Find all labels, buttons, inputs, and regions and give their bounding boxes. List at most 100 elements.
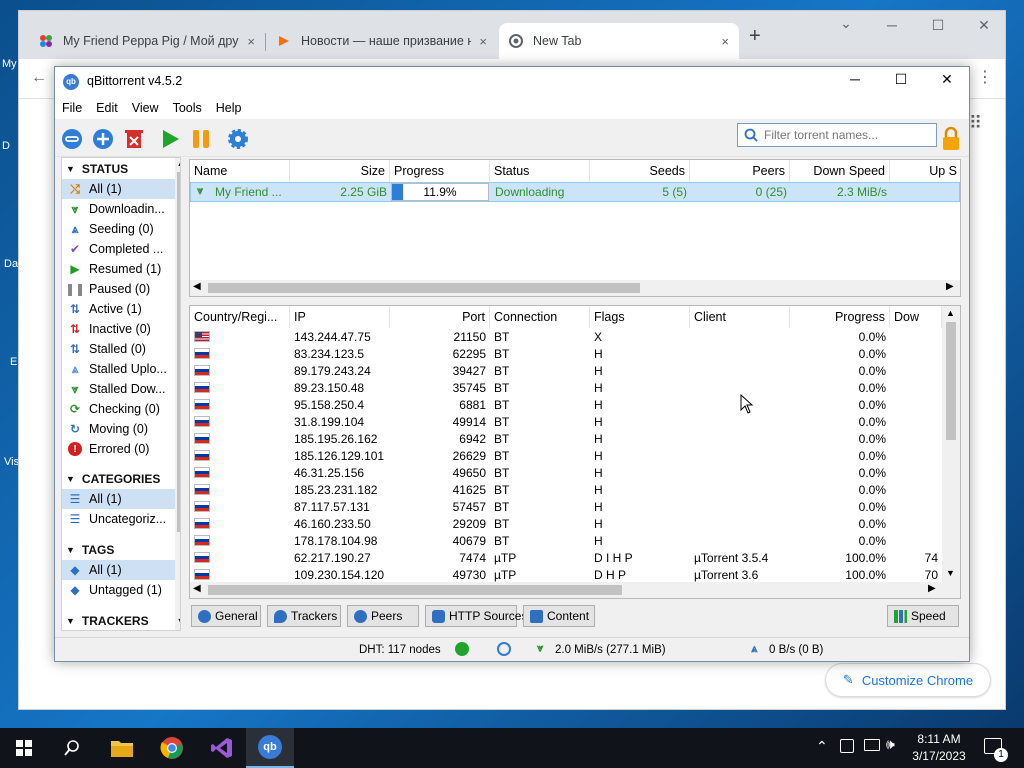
status-filter-inactive[interactable]: ⇅ Inactive (0)	[62, 319, 180, 339]
col-header-flags[interactable]: Flags	[590, 306, 690, 328]
peer-row[interactable]: 83.234.123.5 62295 BT H 0.0%	[190, 345, 942, 362]
tag-all[interactable]: ◆ All (1)	[62, 560, 180, 580]
add-torrent-icon[interactable]	[92, 128, 114, 150]
tab-http-sources[interactable]: HTTP Sources	[425, 605, 527, 627]
upload-speed[interactable]: 0 B/s (0 B)	[769, 644, 823, 656]
lock-icon[interactable]	[941, 126, 961, 152]
download-speed[interactable]: 2.0 MiB/s (277.1 MiB)	[555, 644, 666, 656]
tab-content[interactable]: Content	[523, 605, 595, 627]
back-arrow-icon[interactable]: ←	[31, 69, 47, 87]
col-header-size[interactable]: Size	[290, 160, 390, 182]
status-filter-stalled[interactable]: ⇅ Stalled (0)	[62, 339, 180, 359]
qb-maximize-button[interactable]: ☐	[883, 71, 919, 88]
show-hidden-icons-chevron-icon[interactable]: ⌃	[816, 738, 828, 755]
file-explorer-button[interactable]	[98, 728, 146, 768]
tab-general[interactable]: General	[191, 605, 261, 627]
menu-help[interactable]: Help	[209, 101, 249, 115]
col-header-port[interactable]: Port	[390, 306, 490, 328]
alt-speed-icon[interactable]	[497, 642, 511, 656]
status-filter-all[interactable]: ⤭ All (1)	[62, 179, 180, 199]
qb-minimize-button[interactable]: ─	[837, 71, 873, 87]
scrollbar-thumb[interactable]	[946, 322, 956, 440]
peer-row[interactable]: 185.195.26.162 6942 BT H 0.0%	[190, 430, 942, 447]
customize-chrome-button[interactable]: ✎ Customize Chrome	[825, 663, 991, 697]
chrome-tab-news[interactable]: Новости — наше призвание на ×	[267, 23, 497, 59]
peer-row[interactable]: 46.160.233.50 29209 BT H 0.0%	[190, 515, 942, 532]
tags-section-header[interactable]: ▼ TAGS	[62, 540, 180, 560]
start-button[interactable]	[0, 728, 48, 768]
status-filter-stalled-download[interactable]: ⩔ Stalled Dow...	[62, 379, 180, 399]
status-filter-completed[interactable]: ✔ Completed ...	[62, 239, 180, 259]
col-header-name[interactable]: Name	[190, 160, 290, 182]
options-gear-icon[interactable]	[227, 128, 249, 150]
chrome-tab-peppa[interactable]: My Friend Peppa Pig / Мой друг ×	[29, 23, 265, 59]
chrome-tab-new-tab[interactable]: New Tab ×	[499, 23, 739, 59]
menu-file[interactable]: File	[55, 101, 89, 115]
chrome-taskbar-button[interactable]	[148, 728, 196, 768]
scroll-up-icon[interactable]: ▲	[175, 158, 180, 168]
menu-tools[interactable]: Tools	[166, 101, 209, 115]
col-header-seeds[interactable]: Seeds	[590, 160, 690, 182]
scroll-right-icon[interactable]: ▶	[928, 583, 936, 594]
close-tab-icon[interactable]: ×	[479, 34, 487, 49]
status-filter-resumed[interactable]: ▶ Resumed (1)	[62, 259, 180, 279]
new-tab-button[interactable]: +	[749, 25, 761, 48]
category-uncategorized[interactable]: ☰ Uncategoriz...	[62, 509, 180, 529]
volume-icon[interactable]: 🕪	[886, 736, 895, 753]
col-header-down-speed[interactable]: Down Speed	[790, 160, 890, 182]
status-filter-stalled-upload[interactable]: ⩓ Stalled Uplo...	[62, 359, 180, 379]
peer-row[interactable]: 89.23.150.48 35745 BT H 0.0%	[190, 379, 942, 396]
scroll-left-icon[interactable]: ◀	[193, 281, 201, 292]
resume-icon[interactable]	[159, 128, 181, 150]
qb-close-button[interactable]: ✕	[929, 71, 965, 88]
sidebar-scrollbar[interactable]: ▲ ▼	[175, 158, 180, 630]
peer-row[interactable]: 178.178.104.98 40679 BT H 0.0%	[190, 532, 942, 549]
col-header-country[interactable]: Country/Regi...	[190, 306, 290, 328]
system-clock[interactable]: 8:11 AM 3/17/2023	[904, 731, 974, 765]
status-filter-checking[interactable]: ⟳ Checking (0)	[62, 399, 180, 419]
peer-list-hscrollbar[interactable]: ◀ ▶	[190, 582, 960, 598]
close-tab-icon[interactable]: ×	[721, 34, 729, 49]
menu-edit[interactable]: Edit	[89, 101, 125, 115]
scroll-right-icon[interactable]: ▶	[946, 281, 954, 292]
connection-status-icon[interactable]	[455, 642, 469, 656]
col-header-down[interactable]: Dow	[890, 306, 942, 328]
status-filter-active[interactable]: ⇅ Active (1)	[62, 299, 180, 319]
col-header-up-speed[interactable]: Up S	[890, 160, 960, 182]
scroll-up-icon[interactable]: ▲	[946, 308, 955, 318]
peer-row[interactable]: 89.179.243.24 39427 BT H 0.0%	[190, 362, 942, 379]
scrollbar-thumb[interactable]	[177, 172, 180, 532]
scroll-down-icon[interactable]: ▼	[175, 616, 180, 626]
tab-peers[interactable]: Peers	[347, 605, 419, 627]
peer-row[interactable]: 62.217.190.27 7474 µTP D I H P µTorrent 3.5.…	[190, 549, 942, 566]
torrent-list-hscrollbar[interactable]: ◀ ▶	[190, 280, 960, 296]
peer-row[interactable]: 185.23.231.182 41625 BT H 0.0%	[190, 481, 942, 498]
chrome-maximize-button[interactable]: ☐	[923, 17, 953, 34]
status-filter-errored[interactable]: ! Errored (0)	[62, 439, 180, 459]
status-section-header[interactable]: ▼ STATUS	[62, 159, 180, 179]
pause-icon[interactable]	[190, 128, 212, 150]
peer-row[interactable]: 95.158.250.4 6881 BT H 0.0%	[190, 396, 942, 413]
torrent-row[interactable]: ⩔ My Friend ... 2.25 GiB 11.9% Downloadi…	[190, 182, 960, 202]
peer-row[interactable]: 109.230.154.120 49730 µTP D H P µTorrent 3.6…	[190, 566, 942, 583]
apps-grid-icon[interactable]: ⠿	[969, 113, 982, 134]
scroll-left-icon[interactable]: ◀	[193, 583, 201, 594]
peer-row[interactable]: 143.244.47.75 21150 BT X 0.0%	[190, 328, 942, 345]
peer-row[interactable]: 31.8.199.104 49914 BT H 0.0%	[190, 413, 942, 430]
peer-row[interactable]: 87.117.57.131 57457 BT H 0.0%	[190, 498, 942, 515]
trackers-section-header[interactable]: ▼ TRACKERS	[62, 611, 180, 630]
status-filter-paused[interactable]: ❚❚ Paused (0)	[62, 279, 180, 299]
chrome-menu-icon[interactable]: ⋮	[977, 67, 993, 87]
network-icon[interactable]	[864, 739, 880, 751]
tab-search-dropdown-icon[interactable]: ⌄	[831, 15, 861, 32]
peer-row[interactable]: 46.31.25.156 49650 BT H 0.0%	[190, 464, 942, 481]
security-icon[interactable]	[840, 739, 854, 753]
tab-trackers[interactable]: Trackers	[267, 605, 341, 627]
category-all[interactable]: ☰ All (1)	[62, 489, 180, 509]
tab-speed[interactable]: Speed	[887, 605, 959, 627]
col-header-client[interactable]: Client	[690, 306, 790, 328]
col-header-status[interactable]: Status	[490, 160, 590, 182]
chrome-close-button[interactable]: ✕	[969, 17, 999, 34]
peer-list-vscrollbar[interactable]: ▲ ▼	[942, 306, 960, 582]
filter-search-input[interactable]: Filter torrent names...	[737, 123, 937, 147]
